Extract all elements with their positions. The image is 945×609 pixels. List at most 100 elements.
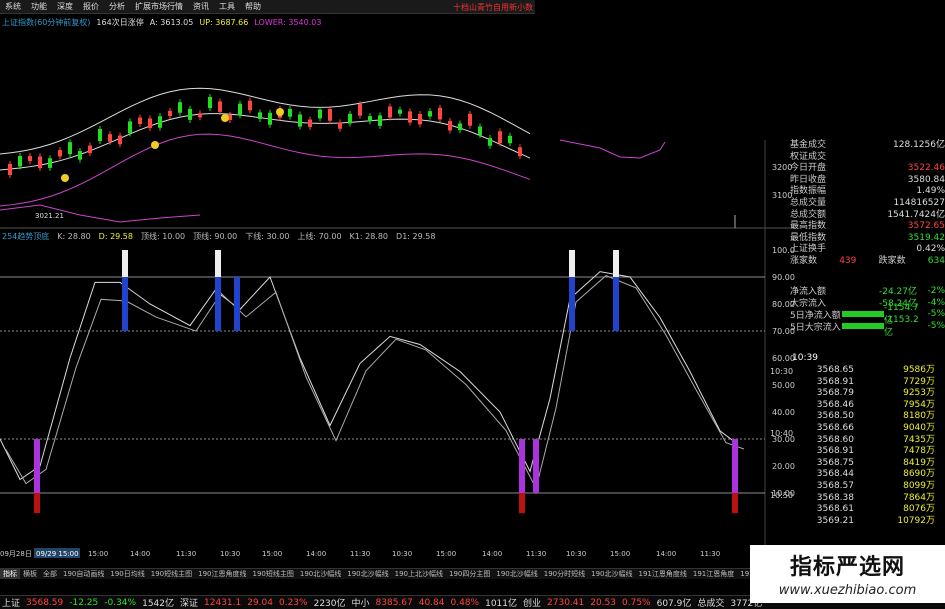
flow-bar — [842, 311, 885, 318]
tab-1[interactable]: 横板 — [20, 569, 40, 579]
x-axis-label: 14:00 — [306, 550, 326, 558]
kdj-l1: 顶线: 10.00 — [140, 231, 186, 241]
signal-bar — [234, 277, 240, 331]
tab-9[interactable]: 190北沙幅线 — [344, 569, 391, 579]
tab-16[interactable]: 191江恩角度 — [690, 569, 737, 579]
candle-body — [208, 96, 212, 109]
tick-row: 3568.38 7864万 — [790, 493, 945, 505]
flow-percent: -2% — [927, 285, 945, 296]
tab-0[interactable]: 指标 — [0, 569, 20, 579]
candle-body — [458, 123, 462, 131]
status-item: -0.34% — [104, 597, 137, 608]
status-item: 1011亿 — [485, 599, 517, 609]
tick-price: 3568.38 — [816, 492, 854, 503]
tick-row: 3568.57 8099万 — [790, 481, 945, 493]
candle-body — [308, 119, 312, 128]
x-axis-label: 10:30 — [392, 550, 412, 558]
tab-8[interactable]: 190北沙幅线 — [297, 569, 344, 579]
tick-row: 3568.46 7954万 — [790, 400, 945, 412]
watermark-title: 指标严选网 — [789, 555, 905, 580]
candle-body — [248, 100, 252, 111]
kdj-d1: D1: 29.58 — [396, 231, 436, 241]
tick-volume: 7954万 — [903, 399, 935, 410]
low-price-label: 3021.21 — [35, 212, 64, 220]
tick-price: 3568.46 — [816, 399, 854, 410]
x-axis-label: 15:00 — [610, 550, 630, 558]
info-value: 3519.42 — [907, 232, 945, 243]
candle-body — [368, 116, 372, 122]
candle-body — [318, 109, 322, 119]
x-axis-label: 10:30 — [220, 550, 240, 558]
status-item: 0.75% — [622, 597, 651, 608]
tick-row: 3568.91 7729万 — [790, 377, 945, 389]
tab-17[interactable]: 191江恩角度2 — [737, 569, 750, 579]
down-count: 634 — [927, 255, 945, 266]
tab-4[interactable]: 190日均线 — [107, 569, 147, 579]
x-axis-label: 10:30 — [566, 550, 586, 558]
kdj-l3: 下线: 30.00 — [245, 231, 290, 241]
tick-row: 3568.79 9253万 — [790, 388, 945, 400]
tab-7[interactable]: 190短线主图 — [250, 569, 297, 579]
candle-body — [108, 134, 112, 142]
candle-body — [388, 106, 392, 118]
status-item: 29.04 — [247, 597, 273, 608]
tab-3[interactable]: 190自动画线 — [60, 569, 107, 579]
status-item: 8385.67 — [375, 597, 413, 608]
indicator-tab-bar: 指标 横板 全部 190自动画线 190日均线 190短线主图 190江恩角度线 190短线主… — [0, 568, 750, 579]
flow-value: -1153.2亿 — [884, 314, 919, 338]
candle-body — [428, 111, 432, 117]
tab-2[interactable]: 全部 — [40, 569, 60, 579]
tick-price: 3568.79 — [816, 388, 854, 399]
tab-6[interactable]: 190江恩角度线 — [195, 569, 249, 579]
kdj-k1: K1: 28.80 — [349, 231, 389, 241]
down-count-label: 跌家数 — [878, 255, 906, 266]
info-key: 最低指数 — [790, 232, 827, 243]
candle-body — [48, 158, 52, 168]
tab-14[interactable]: 190北沙幅线 — [588, 569, 635, 579]
flow-percent: -5% — [927, 321, 945, 332]
info-value: 1.49% — [916, 186, 945, 197]
candle-body — [498, 131, 502, 144]
tick-price: 3569.21 — [816, 515, 854, 526]
tab-11[interactable]: 190四分主图 — [446, 569, 493, 579]
tick-volume: 7729万 — [903, 376, 935, 387]
tab-13[interactable]: 190分时短线 — [541, 569, 588, 579]
tick-volume: 9586万 — [903, 365, 935, 375]
signal-bar — [122, 250, 128, 277]
candle-body — [488, 138, 492, 146]
candle-body — [438, 107, 442, 120]
signal-bar — [34, 493, 40, 514]
x-axis-label: 11:30 — [700, 550, 720, 558]
signal-bar — [34, 439, 40, 493]
kdj-title[interactable]: 254趋势顶底 — [2, 231, 49, 242]
tick-price: 3568.57 — [816, 480, 854, 491]
watermark-url: www.xuezhibiao.com — [778, 583, 917, 598]
candle-body — [38, 156, 42, 169]
tick-volume: 8690万 — [903, 469, 935, 480]
tab-12[interactable]: 190北沙幅线 — [493, 569, 540, 579]
info-row: 今日开盘 3522.46 — [790, 163, 945, 175]
signal-bar — [569, 277, 575, 331]
tab-5[interactable]: 190短线主图 — [148, 569, 195, 579]
info-key: 上证换手 — [790, 244, 827, 255]
signal-dot — [61, 174, 69, 182]
x-axis-label: 15:00 — [88, 550, 108, 558]
tab-10[interactable]: 190上北沙幅线 — [392, 569, 446, 579]
info-value: 3580.84 — [907, 174, 945, 185]
tick-price: 3568.91 — [816, 446, 854, 457]
signal-dot — [221, 114, 229, 122]
candle-body — [118, 135, 122, 145]
candle-body — [468, 113, 472, 126]
candle-body — [88, 145, 92, 154]
candle-body — [258, 112, 262, 119]
tick-panel[interactable]: 10:39 3568.65 9586万 3568.91 7729万 3568.79 925… — [790, 353, 945, 527]
tab-15[interactable]: 191江恩角度线 — [636, 569, 690, 579]
candle-body — [478, 126, 482, 136]
candle-body — [348, 113, 352, 124]
candle-body — [518, 147, 522, 157]
candle-body — [98, 129, 102, 142]
flow-bar — [842, 323, 885, 330]
tick-time: 10:39 — [792, 353, 818, 363]
status-item: 12431.1 — [204, 597, 242, 608]
tick-volume: 7864万 — [903, 492, 935, 503]
